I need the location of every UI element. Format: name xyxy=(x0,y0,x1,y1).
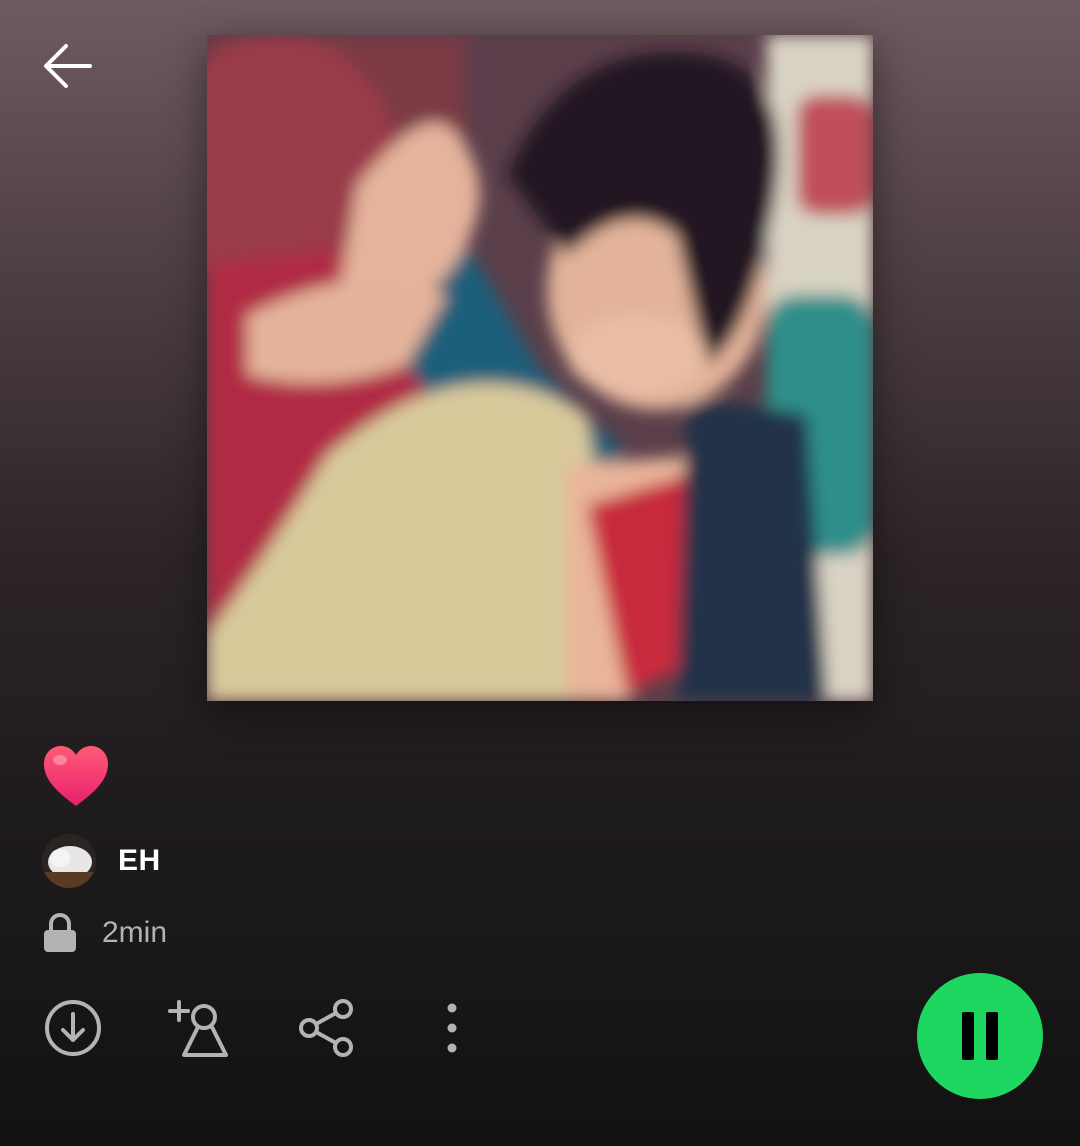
owner-name[interactable]: EH xyxy=(118,844,161,878)
pause-button[interactable] xyxy=(917,973,1043,1099)
playlist-screen: EH 2min xyxy=(0,0,1080,1146)
arrow-left-icon xyxy=(44,44,92,88)
avatar[interactable] xyxy=(42,834,96,888)
add-person-icon xyxy=(168,1000,228,1057)
download-circle-icon xyxy=(45,1000,101,1056)
more-options-button[interactable] xyxy=(420,996,484,1060)
playlist-meta: 2min xyxy=(42,912,167,954)
share-icon xyxy=(299,999,353,1057)
download-button[interactable] xyxy=(41,996,105,1060)
add-collaborator-button[interactable] xyxy=(166,996,232,1060)
pause-icon xyxy=(962,1012,998,1060)
playlist-duration: 2min xyxy=(102,916,168,949)
playlist-cover-image xyxy=(207,35,873,701)
back-button[interactable] xyxy=(38,36,98,96)
playlist-owner[interactable]: EH xyxy=(42,834,161,888)
lock-icon xyxy=(44,913,76,952)
share-button[interactable] xyxy=(294,996,358,1060)
heart-icon xyxy=(44,746,108,806)
playlist-title-heart-emoji xyxy=(40,740,112,812)
more-vertical-icon xyxy=(447,1003,457,1053)
